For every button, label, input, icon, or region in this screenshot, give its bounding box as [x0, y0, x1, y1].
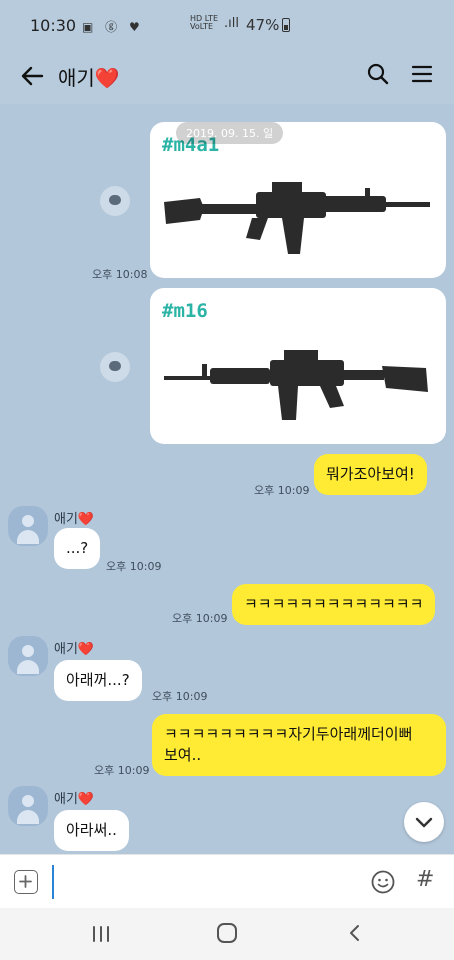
message-time: 오후 10:09: [152, 690, 208, 703]
attach-button[interactable]: [14, 870, 38, 894]
avatar[interactable]: [8, 506, 48, 546]
chat-header: 애기❤️: [0, 48, 454, 104]
arrow-left-icon: [21, 66, 44, 86]
search-button[interactable]: [364, 60, 392, 88]
avatar[interactable]: [8, 786, 48, 826]
rifle-image: [164, 182, 430, 254]
message-input-bar: #: [0, 854, 454, 908]
status-time: 10:30: [30, 16, 77, 35]
message-time: 오후 10:09: [254, 484, 310, 497]
back-button[interactable]: [16, 60, 48, 92]
message-input[interactable]: [52, 865, 352, 899]
my-message-bubble[interactable]: ㅋㅋㅋㅋㅋㅋㅋㅋㅋ자기두아래께더이뻐 보여..: [152, 714, 446, 776]
my-message-bubble[interactable]: ㅋㅋㅋㅋㅋㅋㅋㅋㅋㅋㅋㅋㅋ: [232, 584, 436, 625]
system-navigation-bar: [0, 908, 454, 960]
emoji-button[interactable]: [370, 869, 396, 895]
their-message-bubble[interactable]: 아라써..: [54, 810, 129, 851]
message-time: 오후 10:09: [94, 764, 150, 777]
share-button[interactable]: [100, 186, 130, 216]
their-message-bubble[interactable]: 아래꺼...?: [54, 660, 142, 701]
battery-percent: 47%: [246, 16, 280, 34]
sender-name: 애기❤️: [54, 512, 95, 527]
smiley-icon: [371, 870, 395, 894]
chat-title: 애기❤️: [58, 66, 120, 90]
image-card-m4a1[interactable]: #m4a1: [150, 122, 446, 278]
chevron-down-icon: [415, 817, 433, 828]
search-icon: [367, 63, 389, 85]
plus-icon: [19, 875, 32, 888]
hashtag-search-button[interactable]: #: [416, 867, 434, 892]
image-card-m16[interactable]: #m16: [150, 288, 446, 444]
menu-button[interactable]: [408, 60, 436, 88]
my-message-bubble[interactable]: 뭐가조아보여!: [314, 454, 427, 495]
system-back-button[interactable]: [344, 922, 366, 944]
hamburger-menu-icon: [411, 65, 433, 83]
scroll-to-bottom-button[interactable]: [404, 802, 444, 842]
network-indicator: HD LTE VoLTE: [190, 15, 218, 31]
signal-icon: .ıll: [224, 16, 239, 31]
date-divider: 2019. 09. 15. 일: [176, 122, 284, 144]
sender-name: 애기❤️: [54, 642, 95, 657]
message-text-line-1: ㅋㅋㅋㅋㅋㅋㅋㅋㅋ자기두아래께더이뻐: [164, 725, 413, 743]
share-button[interactable]: [100, 352, 130, 382]
message-time: 오후 10:09: [172, 612, 228, 625]
message-time: 오후 10:08: [92, 268, 148, 281]
chevron-left-icon: [350, 925, 359, 941]
message-text-line-2: 보여..: [164, 746, 202, 764]
network-sub-label: VoLTE: [190, 22, 214, 31]
avatar[interactable]: [8, 636, 48, 676]
message-time: 오후 10:09: [106, 560, 162, 573]
rifle-image: [164, 350, 428, 420]
their-message-bubble[interactable]: ...?: [54, 528, 101, 569]
card-hashtag: #m16: [162, 300, 208, 322]
chat-messages[interactable]: #m4a1 2019. 09. 15. 일 오후 10:08 #m16 뭐가조아…: [0, 104, 454, 854]
home-button[interactable]: [217, 923, 237, 943]
recent-apps-button[interactable]: [90, 925, 112, 943]
battery-icon: [282, 18, 290, 32]
notification-icons: ▣ ⓖ ♥: [82, 20, 144, 34]
status-bar: 10:30 ▣ ⓖ ♥ HD LTE VoLTE .ıll 47%: [0, 0, 454, 48]
recents-icon: [93, 926, 109, 942]
sender-name: 애기❤️: [54, 792, 95, 807]
